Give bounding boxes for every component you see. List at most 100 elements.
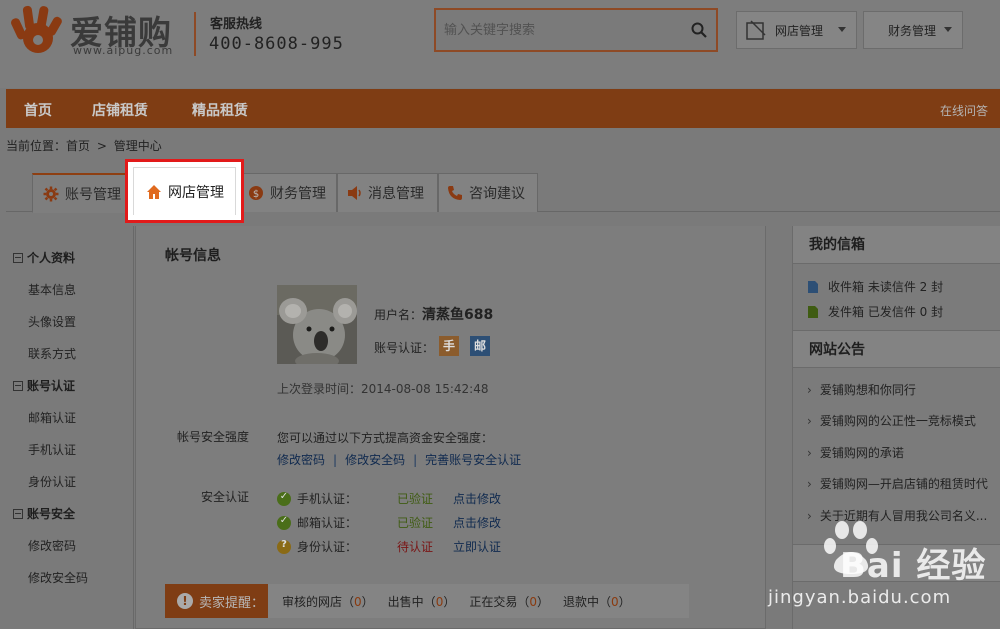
tab-shop-manage[interactable]: 网店管理 <box>133 167 236 215</box>
collapse-icon <box>13 252 23 263</box>
shop-manage-icon <box>746 20 766 40</box>
seller-item-refunding[interactable]: 退款中（0） <box>563 593 631 610</box>
shop-manage-label: 网店管理 <box>775 23 824 38</box>
coin-icon: $ <box>249 186 263 200</box>
outbox-row[interactable]: 发件箱 已发信件 0 封 <box>808 303 943 320</box>
sidebar-item-phone-verify[interactable]: 手机认证 <box>28 441 76 458</box>
chevron-right-icon: › <box>807 414 812 428</box>
highlight-box: 网店管理 <box>125 159 244 223</box>
nav-shop-rent[interactable]: 店铺租赁 <box>92 100 148 120</box>
sidebar-item-change-security-code[interactable]: 修改安全码 <box>28 569 88 586</box>
nav-home[interactable]: 首页 <box>24 100 52 120</box>
watermark-url: jingyan.baidu.com <box>768 587 952 608</box>
chevron-down-icon <box>944 27 952 32</box>
logo-url: www.aipug.com <box>73 44 174 57</box>
notice-text: 爱铺购网的承诺 <box>819 446 904 460</box>
logo-hand-icon <box>11 5 62 53</box>
breadcrumb-sep: > <box>96 139 107 153</box>
seller-item-trading[interactable]: 正在交易（0） <box>469 593 549 610</box>
last-login-value: 2014-08-08 15:42:48 <box>361 382 489 396</box>
sidebar-item-email-verify[interactable]: 邮箱认证 <box>28 409 76 426</box>
auth-row-phone: ✓ 手机认证： 已验证 点击修改 <box>277 490 501 507</box>
notice-item[interactable]: › 爱铺购网的承诺 <box>807 444 904 461</box>
outbox-text: 发件箱 已发信件 0 封 <box>828 305 944 319</box>
nav-premium-rent[interactable]: 精品租赁 <box>192 100 248 120</box>
seller-item-label: 出售中（ <box>387 594 436 609</box>
search-icon[interactable] <box>690 21 708 39</box>
check-icon: ✓ <box>277 491 291 506</box>
seller-item-count: 0 <box>354 594 362 609</box>
tab-message-manage[interactable]: 消息管理 <box>337 173 438 212</box>
security-auth-label: 安全认证 <box>201 490 250 504</box>
alert-icon: ! <box>177 593 193 609</box>
search-box <box>434 8 718 52</box>
document-icon <box>808 280 818 293</box>
notice-text: 爱铺购网的公正性一竞标模式 <box>819 414 976 428</box>
email-verified-badge[interactable]: 邮 <box>470 336 490 356</box>
auth-status: 已验证 <box>397 492 434 506</box>
sidebar-group-profile[interactable]: 个人资料 <box>13 249 75 266</box>
seller-item-end: ） <box>443 594 456 609</box>
auth-row-identity: ? 身份认证： 待认证 立即认证 <box>277 538 501 555</box>
tab-finance-manage[interactable]: $ 财务管理 <box>241 173 337 212</box>
last-login-label: 上次登录时间： <box>277 382 362 396</box>
auth-name: 身份认证： <box>297 540 358 554</box>
chevron-right-icon: › <box>807 446 812 460</box>
seller-item-count: 0 <box>529 594 537 609</box>
collapse-icon <box>13 380 23 391</box>
seller-item-end: ） <box>618 594 631 609</box>
seller-reminder-bar: ! 卖家提醒： 审核的网店（0） 出售中（0） 正在交易（0） 退款中（0） <box>165 584 689 618</box>
inbox-row[interactable]: 收件箱 未读信件 2 封 <box>808 278 943 295</box>
breadcrumb-home[interactable]: 首页 <box>66 139 90 153</box>
main-content: 帐号信息 用户名：清蒸鱼688 账号认证： 手 邮 上次登录时间：2014-08… <box>135 226 766 629</box>
search-input[interactable] <box>444 20 674 40</box>
phone-icon <box>448 186 462 200</box>
username-row: 用户名：清蒸鱼688 <box>374 304 493 324</box>
sidebar-group-verify[interactable]: 账号认证 <box>13 377 75 394</box>
auth-modify-link[interactable]: 点击修改 <box>453 490 501 507</box>
phone-verified-badge[interactable]: 手 <box>439 336 459 356</box>
finance-manage-label: 财务管理 <box>888 23 937 38</box>
link-separator: | <box>413 453 418 467</box>
shop-manage-dropdown[interactable]: 网店管理 <box>736 11 857 49</box>
change-security-code-link[interactable]: 修改安全码 <box>345 453 405 467</box>
seller-item-reviewing[interactable]: 审核的网店（0） <box>282 593 374 610</box>
change-password-link[interactable]: 修改密码 <box>277 453 325 467</box>
username-value: 清蒸鱼688 <box>422 307 494 323</box>
auth-row-email: ✓ 邮箱认证： 已验证 点击修改 <box>277 514 501 531</box>
watermark-brand: Bai 经验 <box>840 546 987 586</box>
inbox-text: 收件箱 未读信件 2 封 <box>828 280 944 294</box>
sidebar-item-id-verify[interactable]: 身份认证 <box>28 473 76 490</box>
notice-item[interactable]: › 爱铺购网的公正性一竞标模式 <box>807 412 976 429</box>
seller-item-count: 0 <box>611 594 619 609</box>
username-label: 用户名： <box>374 308 423 322</box>
finance-manage-dropdown[interactable]: 财务管理 <box>863 11 963 49</box>
tab-label: 账号管理 <box>65 186 121 203</box>
seller-item-end: ） <box>361 594 374 609</box>
mailbox-title: 我的信箱 <box>793 226 1000 264</box>
collapse-icon <box>13 508 23 519</box>
tab-consult-advice[interactable]: 咨询建议 <box>438 173 538 212</box>
gear-icon <box>43 186 59 201</box>
auth-status: 已验证 <box>397 516 434 530</box>
tab-label: 财务管理 <box>270 186 326 202</box>
notice-item[interactable]: › 爱铺购想和你同行 <box>807 381 916 398</box>
tab-label: 咨询建议 <box>469 186 525 202</box>
tab-account-manage[interactable]: 账号管理 <box>32 173 129 213</box>
sidebar-item-avatar-setting[interactable]: 头像设置 <box>28 313 76 330</box>
notice-item[interactable]: › 爱铺购网—开启店铺的租赁时代 <box>807 475 988 492</box>
auth-verify-now-link[interactable]: 立即认证 <box>453 538 501 555</box>
sidebar-group-security[interactable]: 账号安全 <box>13 505 75 522</box>
auth-modify-link[interactable]: 点击修改 <box>453 514 501 531</box>
nav-online-qa[interactable]: 在线问答 <box>940 102 988 119</box>
sidebar-item-change-password[interactable]: 修改密码 <box>28 537 76 554</box>
seller-item-on-sale[interactable]: 出售中（0） <box>388 593 456 610</box>
tab-label: 消息管理 <box>368 186 424 202</box>
sidebar-group-label: 账号安全 <box>27 507 76 521</box>
sidebar-group-label: 个人资料 <box>27 251 76 265</box>
sidebar-item-basic-info[interactable]: 基本信息 <box>28 281 76 298</box>
notice-title: 网站公告 <box>793 330 1000 368</box>
avatar[interactable] <box>277 285 357 364</box>
sidebar-item-contact[interactable]: 联系方式 <box>28 345 76 362</box>
complete-security-auth-link[interactable]: 完善账号安全认证 <box>425 453 521 467</box>
